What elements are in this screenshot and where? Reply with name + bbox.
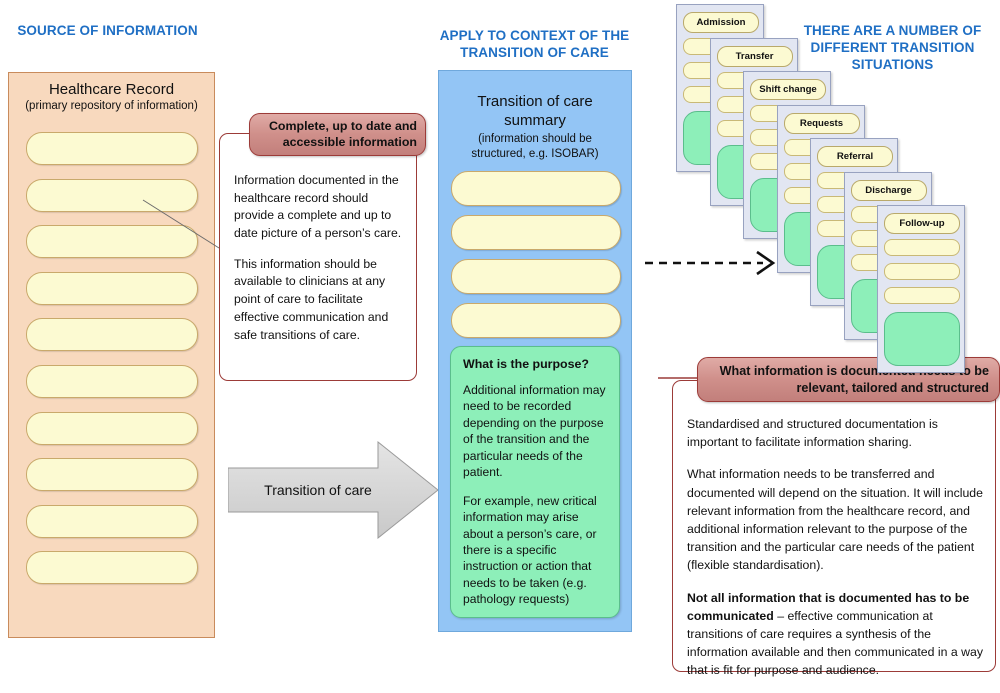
healthcare-record-bar <box>26 365 198 398</box>
callout-left-header-text: Complete, up to date and accessible info… <box>268 119 417 149</box>
transition-card-green-block <box>884 312 960 366</box>
transition-situation-label: Requests <box>783 112 860 134</box>
callout-relevant-tailored-structured-body: Standardised and structured documentatio… <box>672 380 996 677</box>
transition-summary-bar <box>451 215 621 250</box>
healthcare-record-panel: Healthcare Record (primary repository of… <box>8 72 215 638</box>
transition-summary-heading: Transition of care summary (information … <box>439 93 631 161</box>
transition-card-bar <box>884 239 960 256</box>
transition-situation-label: Shift change <box>750 79 826 100</box>
transition-card-bar <box>884 287 960 304</box>
purpose-paragraph-1: Additional information may need to be re… <box>463 383 606 480</box>
connector-line-left <box>142 199 220 249</box>
transition-situation-label: Transfer <box>716 45 793 67</box>
transition-summary-title-line1: Transition of care <box>477 93 593 110</box>
purpose-paragraph-2: For example, new critical information ma… <box>463 493 597 607</box>
callout-left-paragraph-2: This information should be available to … <box>234 256 389 342</box>
healthcare-record-bar <box>26 551 198 585</box>
transition-summary-bar <box>451 303 621 338</box>
healthcare-record-bar <box>26 504 198 538</box>
heading-transition-situations: THERE ARE A NUMBER OF DIFFERENT TRANSITI… <box>803 23 982 72</box>
heading-source-of-information: SOURCE OF INFORMATION <box>17 23 198 38</box>
dashed-flow-arrow <box>645 250 776 276</box>
transition-situation-label: Discharge <box>850 179 927 201</box>
callout-right-paragraph-2: What information needs to be transferred… <box>687 467 983 573</box>
callout-complete-information-header: Complete, up to date and accessible info… <box>249 113 426 156</box>
transition-of-care-arrow-label: Transition of care <box>264 482 372 498</box>
transition-summary-bar <box>451 171 621 206</box>
transition-summary-subtitle-line2: structured, e.g. ISOBAR) <box>471 147 599 160</box>
callout-left-paragraph-1: Information documented in the healthcare… <box>234 173 402 241</box>
callout-left-text: Information documented in the healthcare… <box>234 172 402 357</box>
healthcare-record-bar <box>26 318 198 352</box>
healthcare-record-bar <box>26 132 198 165</box>
callout-complete-information-body: Information documented in the healthcare… <box>219 133 417 381</box>
callout-right-paragraph-1: Standardised and structured documentatio… <box>687 417 938 450</box>
healthcare-record-bar <box>26 458 198 492</box>
transition-card-bar <box>884 263 960 280</box>
transition-summary-subtitle-line1: (information should be <box>478 132 592 145</box>
transition-situation-label: Admission <box>683 12 759 33</box>
transition-situation-label: Referral <box>817 146 893 167</box>
healthcare-record-subtitle: (primary repository of information) <box>25 100 198 112</box>
heading-apply-to-context: APPLY TO CONTEXT OF THE TRANSITION OF CA… <box>439 28 630 60</box>
transition-situation-card[interactable]: Follow-up <box>877 205 965 373</box>
healthcare-record-bar <box>26 271 198 305</box>
transition-situation-label: Follow-up <box>884 213 960 234</box>
transition-summary-bar <box>451 259 621 294</box>
diagram-canvas: SOURCE OF INFORMATION APPLY TO CONTEXT O… <box>0 0 1000 680</box>
transition-summary-title-line2: summary <box>504 111 566 129</box>
callout-right-paragraph-3: Not all information that is documented h… <box>687 589 985 680</box>
healthcare-record-bar <box>26 411 198 445</box>
healthcare-record-heading: Healthcare Record (primary repository of… <box>9 81 214 112</box>
purpose-box-title: What is the purpose? <box>463 357 589 371</box>
healthcare-record-title: Healthcare Record <box>48 81 175 98</box>
purpose-box: What is the purpose? Additional informat… <box>450 346 620 618</box>
transition-of-care-summary-panel: Transition of care summary (information … <box>438 70 632 632</box>
callout-right-text: Standardised and structured documentatio… <box>687 415 985 693</box>
